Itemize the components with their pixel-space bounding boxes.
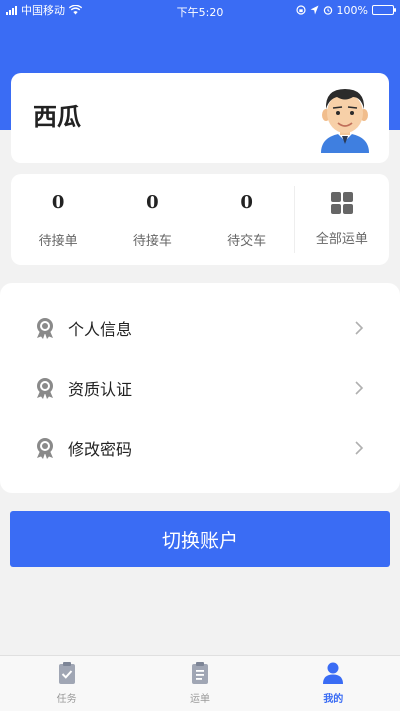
stat-label: 待交车 [227, 234, 267, 249]
user-name: 西瓜 [33, 103, 81, 131]
chevron-right-icon [355, 441, 364, 455]
stat-label: 待接单 [38, 234, 78, 249]
profile-card[interactable]: 西瓜 [11, 73, 389, 163]
status-bar: 中国移动 下午5:20 100% [0, 0, 400, 20]
menu-item-change-password[interactable]: 修改密码 [34, 433, 364, 463]
grid-icon [330, 192, 353, 214]
lock-rotation-icon [295, 5, 306, 15]
tab-label: 运单 [189, 694, 210, 705]
badge-icon [37, 438, 53, 459]
battery-text: 100% [336, 3, 368, 17]
stat-pending-pickup[interactable]: 0 待接车 [105, 174, 199, 265]
carrier-text: 中国移动 [21, 4, 65, 17]
tab-mine[interactable]: 我的 [267, 656, 400, 711]
alarm-icon [323, 6, 332, 15]
location-icon [310, 5, 319, 15]
menu-label: 资质认证 [68, 380, 133, 399]
battery-icon [372, 5, 396, 15]
person-icon [323, 662, 344, 684]
chevron-right-icon [355, 381, 364, 395]
stat-label: 待接车 [132, 234, 172, 249]
signal-icon [6, 5, 17, 15]
clipboard-list-icon [191, 662, 208, 684]
clipboard-check-icon [58, 662, 75, 684]
tab-tasks[interactable]: 任务 [0, 656, 133, 711]
menu-label: 修改密码 [68, 440, 133, 459]
chevron-right-icon [355, 321, 364, 335]
switch-account-button[interactable]: 切换账户 [10, 511, 390, 567]
badge-icon [37, 318, 53, 339]
all-orders-label: 全部运单 [315, 232, 368, 247]
menu-item-personal-info[interactable]: 个人信息 [34, 313, 364, 343]
stat-pending-accept[interactable]: 0 待接单 [11, 174, 105, 265]
all-orders-button[interactable]: 全部运单 [293, 186, 389, 253]
menu-item-qualification[interactable]: 资质认证 [34, 373, 364, 403]
tab-label: 我的 [323, 694, 344, 705]
stat-value: 0 [146, 192, 159, 213]
tab-label: 任务 [56, 694, 77, 705]
wifi-icon [69, 5, 82, 15]
tab-bar: 任务 运单 我的 [0, 655, 400, 711]
stat-value: 0 [51, 192, 65, 213]
avatar[interactable] [311, 83, 379, 153]
badge-icon [37, 378, 53, 399]
menu-label: 个人信息 [68, 320, 133, 339]
stat-pending-delivery[interactable]: 0 待交车 [200, 174, 294, 265]
order-stats-card: 0 待接单 0 待接车 0 待交车 全部运单 [11, 174, 389, 265]
tab-waybills[interactable]: 运单 [133, 656, 266, 711]
stat-value: 0 [240, 192, 253, 213]
settings-menu: 个人信息 资质认证 修改密码 [0, 283, 400, 493]
